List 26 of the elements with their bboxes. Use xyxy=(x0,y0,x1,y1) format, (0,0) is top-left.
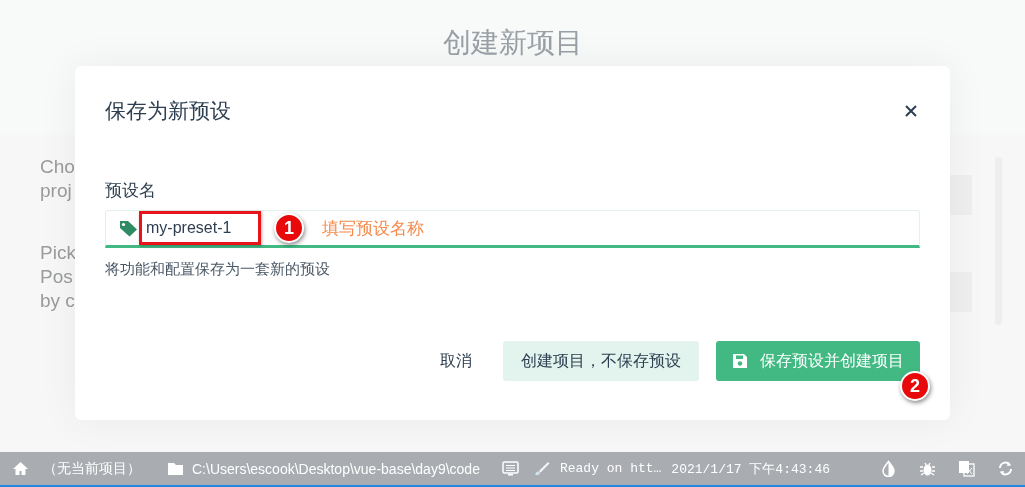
field-description: 将功能和配置保存为一套新的预设 xyxy=(105,260,331,279)
folder-icon xyxy=(167,460,184,477)
log-message: Ready on htt… xyxy=(559,461,662,476)
save-icon xyxy=(732,353,748,369)
home-icon xyxy=(12,460,29,477)
option-text: by c xyxy=(40,289,76,313)
tag-icon xyxy=(119,219,138,237)
console-icon xyxy=(501,460,519,477)
close-icon[interactable] xyxy=(904,104,918,118)
page-title: 创建新项目 xyxy=(442,26,583,60)
create-button[interactable]: 创建项目，不保存预设 xyxy=(503,341,699,381)
annotation-text: 填写预设名称 xyxy=(322,217,424,240)
dialog-title: 保存为新预设 xyxy=(105,98,231,124)
option-text: Pick xyxy=(40,241,76,265)
translate-icon[interactable] xyxy=(958,460,975,477)
contrast-icon[interactable] xyxy=(880,460,897,477)
input-field[interactable]: my-preset-1 xyxy=(139,211,261,245)
step-badge: 1 xyxy=(274,213,304,243)
brush-icon xyxy=(532,460,550,477)
timestamp: 2021/1/17 下午4:43:46 xyxy=(671,460,830,478)
option-text: Cho xyxy=(40,155,76,179)
option-text: proj xyxy=(40,179,73,203)
bug-icon[interactable] xyxy=(919,460,936,477)
option-text: Pos xyxy=(40,265,74,289)
refresh-icon[interactable] xyxy=(997,460,1014,477)
field-label: 预设名 xyxy=(105,180,157,202)
